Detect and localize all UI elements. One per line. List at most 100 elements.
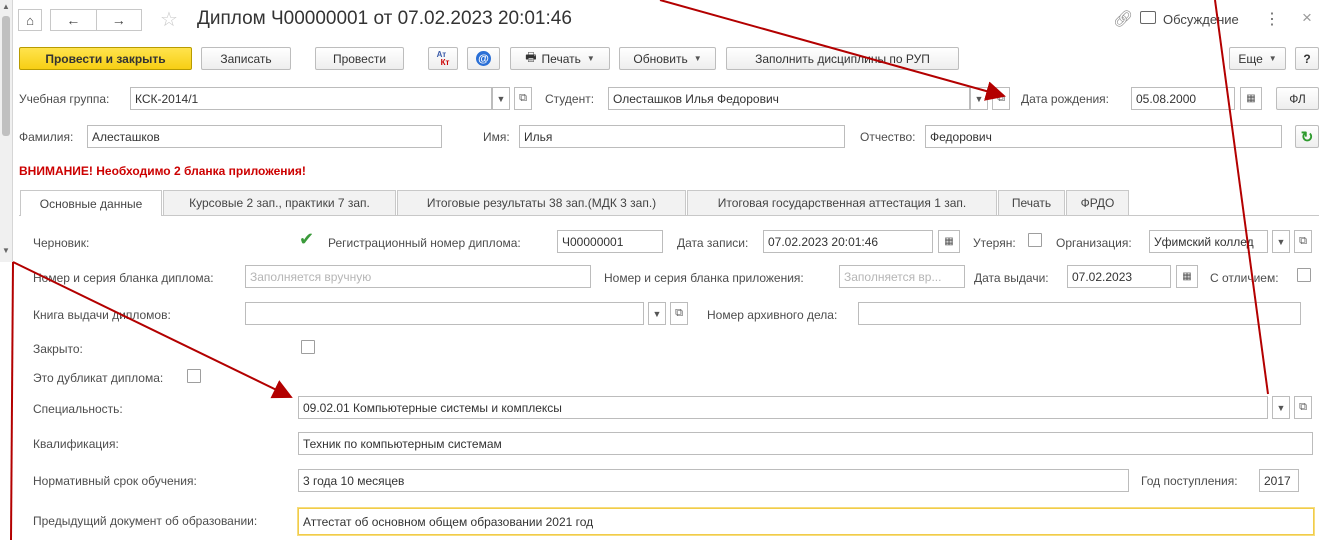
print-label: Печать: [541, 51, 581, 66]
patronymic-label: Отчество:: [860, 130, 916, 144]
back-icon[interactable]: ←: [51, 10, 97, 30]
chevron-down-icon: ▼: [586, 54, 595, 63]
tab-print[interactable]: Печать: [998, 190, 1065, 215]
chevron-down-icon: ▼: [1276, 236, 1286, 247]
honors-checkbox[interactable]: [1297, 268, 1311, 282]
organization-open-button[interactable]: ⧉: [1294, 230, 1312, 253]
group-field[interactable]: КСК-2014/1: [130, 87, 492, 110]
issue-date-field[interactable]: 07.02.2023: [1067, 265, 1171, 288]
calendar-icon: ▦: [944, 236, 954, 247]
record-date-field[interactable]: 07.02.2023 20:01:46: [763, 230, 933, 253]
appendix-number-label: Номер и серия бланка приложения:: [604, 271, 804, 285]
honors-label: С отличием:: [1210, 271, 1279, 285]
chevron-down-icon: ▼: [1276, 402, 1286, 413]
forward-icon[interactable]: →: [97, 10, 142, 30]
group-open-button[interactable]: ⧉: [514, 87, 532, 110]
issue-date-label: Дата выдачи:: [974, 271, 1049, 285]
print-dropdown-button[interactable]: 🖶︎ Печать ▼: [510, 47, 610, 70]
diploma-book-field[interactable]: [245, 302, 644, 325]
open-form-icon: ⧉: [1299, 401, 1307, 413]
birth-date-calendar-button[interactable]: ▦: [1240, 87, 1262, 110]
refresh-label: Обновить: [633, 51, 688, 66]
prev-document-field[interactable]: Аттестат об основном общем образовании 2…: [298, 508, 1314, 535]
diploma-book-dropdown-button[interactable]: ▼: [648, 302, 666, 325]
link-icon[interactable]: 🔗︎: [1113, 9, 1133, 29]
tab-final-results[interactable]: Итоговые результаты 38 зап.(МДК 3 зап.): [397, 190, 686, 215]
birth-date-field[interactable]: 05.08.2000: [1131, 87, 1235, 110]
surname-label: Фамилия:: [19, 130, 74, 144]
vertical-scrollbar[interactable]: ▲ ▼: [0, 0, 13, 262]
student-field[interactable]: Олесташков Илья Федорович: [608, 87, 970, 110]
closed-label: Закрыто:: [33, 342, 83, 356]
refresh-name-button[interactable]: ↻: [1295, 125, 1319, 148]
more-actions-icon[interactable]: ⋮: [1264, 9, 1280, 29]
calendar-icon: ▦: [1246, 93, 1256, 104]
patronymic-field[interactable]: Федорович: [925, 125, 1282, 148]
enrollment-year-field[interactable]: 2017: [1259, 469, 1299, 492]
scroll-thumb[interactable]: [2, 16, 10, 136]
lost-label: Утерян:: [973, 236, 1016, 250]
draft-checkbox[interactable]: ✔: [299, 230, 317, 248]
study-term-label: Нормативный срок обучения:: [33, 474, 197, 488]
lost-checkbox[interactable]: [1028, 233, 1042, 247]
at-sign-icon: @: [476, 51, 491, 66]
star-icon[interactable]: ☆: [160, 7, 178, 32]
organization-field[interactable]: Уфимский коллед: [1149, 230, 1268, 253]
student-dropdown-button[interactable]: ▼: [970, 87, 988, 110]
student-open-button[interactable]: ⧉: [992, 87, 1010, 110]
blank-number-field[interactable]: Заполняется вручную: [245, 265, 591, 288]
fl-button[interactable]: ФЛ: [1276, 87, 1319, 110]
tab-frdo[interactable]: ФРДО: [1066, 190, 1129, 215]
duplicate-checkbox[interactable]: [187, 369, 201, 383]
qualification-field[interactable]: Техник по компьютерным системам: [298, 432, 1313, 455]
annotation-line-left: [10, 261, 14, 540]
home-button[interactable]: ⌂: [18, 9, 42, 31]
archive-number-field[interactable]: [858, 302, 1301, 325]
scroll-up-icon[interactable]: ▲: [2, 2, 10, 11]
organization-label: Организация:: [1056, 236, 1132, 250]
more-dropdown-button[interactable]: Еще ▼: [1229, 47, 1286, 70]
nav-back-forward: ← →: [50, 9, 142, 31]
dt-kt-button[interactable]: Ат Кт: [428, 47, 458, 70]
discussion-icon[interactable]: [1140, 11, 1156, 24]
closed-checkbox[interactable]: [301, 340, 315, 354]
close-icon[interactable]: ×: [1302, 8, 1312, 28]
warning-message: ВНИМАНИЕ! Необходимо 2 бланка приложения…: [19, 164, 306, 178]
scroll-down-icon[interactable]: ▼: [2, 246, 10, 255]
checkmark-icon: ✔: [299, 229, 315, 249]
group-dropdown-button[interactable]: ▼: [492, 87, 510, 110]
first-name-label: Имя:: [483, 130, 510, 144]
home-icon: ⌂: [26, 12, 34, 28]
specialty-open-button[interactable]: ⧉: [1294, 396, 1312, 419]
more-label: Еще: [1238, 51, 1263, 66]
open-form-icon: ⧉: [997, 92, 1005, 104]
surname-field[interactable]: Алесташков: [87, 125, 442, 148]
reg-number-field[interactable]: Ч00000001: [557, 230, 663, 253]
post-and-close-button[interactable]: Провести и закрыть: [19, 47, 192, 70]
chevron-down-icon: ▼: [974, 93, 984, 104]
specialty-dropdown-button[interactable]: ▼: [1272, 396, 1290, 419]
appendix-number-field[interactable]: Заполняется вр...: [839, 265, 965, 288]
save-button[interactable]: Записать: [201, 47, 291, 70]
fill-disciplines-button[interactable]: Заполнить дисциплины по РУП: [726, 47, 959, 70]
refresh-dropdown-button[interactable]: Обновить ▼: [619, 47, 716, 70]
help-button[interactable]: ?: [1295, 47, 1319, 70]
prev-document-label: Предыдущий документ об образовании:: [33, 514, 258, 528]
record-date-calendar-button[interactable]: ▦: [938, 230, 960, 253]
email-button[interactable]: @: [467, 47, 500, 70]
enrollment-year-label: Год поступления:: [1141, 474, 1238, 488]
organization-dropdown-button[interactable]: ▼: [1272, 230, 1290, 253]
record-date-label: Дата записи:: [677, 236, 749, 250]
tab-state-attestation[interactable]: Итоговая государственная аттестация 1 за…: [687, 190, 997, 215]
tab-main-data[interactable]: Основные данные: [20, 190, 162, 216]
specialty-field[interactable]: 09.02.01 Компьютерные системы и комплекс…: [298, 396, 1268, 419]
study-term-field[interactable]: 3 года 10 месяцев: [298, 469, 1129, 492]
discussion-link[interactable]: Обсуждение: [1163, 12, 1239, 27]
tab-coursework[interactable]: Курсовые 2 зап., практики 7 зап.: [163, 190, 396, 215]
page-title: Диплом Ч00000001 от 07.02.2023 20:01:46: [197, 8, 572, 29]
issue-date-calendar-button[interactable]: ▦: [1176, 265, 1198, 288]
post-button[interactable]: Провести: [315, 47, 404, 70]
first-name-field[interactable]: Илья: [519, 125, 845, 148]
group-label: Учебная группа:: [19, 92, 110, 106]
diploma-book-open-button[interactable]: ⧉: [670, 302, 688, 325]
